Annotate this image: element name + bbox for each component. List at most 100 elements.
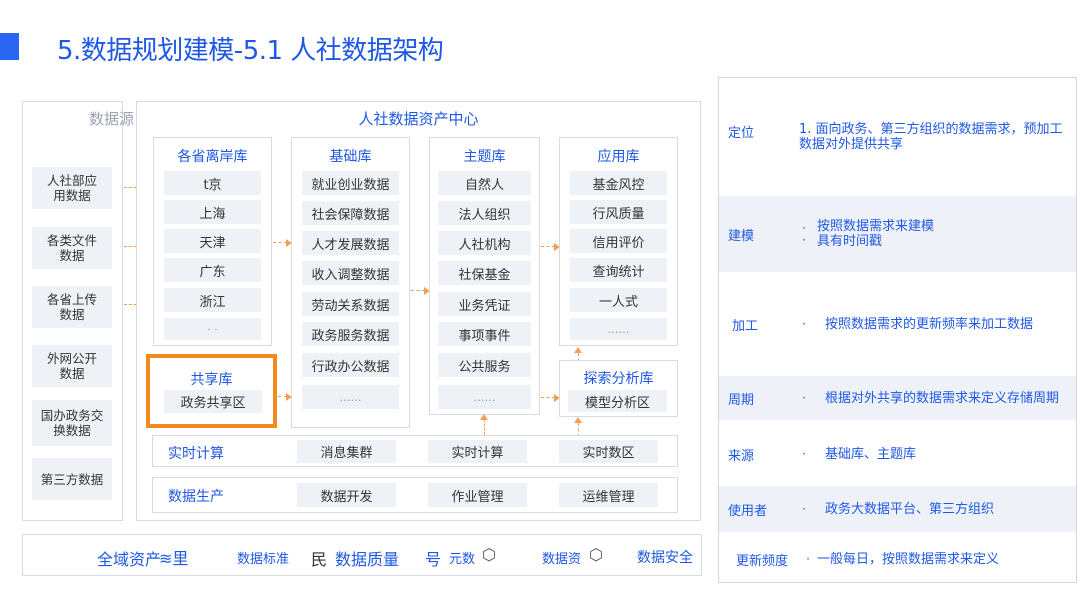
spec-key: 定位 bbox=[728, 126, 755, 141]
arrow-head bbox=[574, 417, 582, 423]
source-item: 各省上传数据 bbox=[32, 286, 112, 328]
strip-item: 号 bbox=[425, 550, 442, 569]
shared-library-spec-panel: 定位 1. 面向政务、第三方组织的数据需求，预加工数据对外提供共享 建模 · ·… bbox=[718, 77, 1077, 583]
data-source-title: 数据源 bbox=[89, 110, 135, 128]
source-item: 国办政务交换数据 bbox=[32, 400, 112, 446]
flow-arrow bbox=[541, 397, 555, 398]
spec-value: 基础库、主题库 bbox=[825, 446, 917, 462]
realtime-compute-label: 实时计算 bbox=[168, 446, 224, 462]
strip-item: 数据质量 bbox=[335, 550, 400, 569]
library-item: 法人组织 bbox=[438, 201, 531, 225]
production-item: 作业管理 bbox=[428, 483, 527, 507]
arrow-head bbox=[574, 347, 582, 353]
library-item: 广东 bbox=[164, 258, 261, 282]
spec-value: 1. 面向政务、第三方组织的数据需求，预加工数据对外提供共享 bbox=[799, 122, 1063, 152]
production-item: 数据开发 bbox=[297, 483, 396, 507]
strip-item: 数据安全 bbox=[637, 550, 693, 566]
library-item: 信用评价 bbox=[570, 229, 667, 253]
metadata-cube-icon: ⬡ bbox=[482, 545, 496, 564]
source-item: 第三方数据 bbox=[32, 458, 112, 500]
strip-item: 民 bbox=[311, 550, 328, 569]
realtime-item: 实时计算 bbox=[428, 440, 527, 463]
strip-item: 元数 bbox=[449, 552, 476, 567]
source-item: 各类文件数据 bbox=[32, 227, 112, 269]
library-item: 政务服务数据 bbox=[302, 322, 399, 346]
library-item: 劳动关系数据 bbox=[302, 292, 399, 316]
asset-manage-icon: ≋里 bbox=[159, 549, 189, 568]
flow-arrow bbox=[541, 246, 555, 247]
spec-row-positioning: 定位 1. 面向政务、第三方组织的数据需求，预加工数据对外提供共享 bbox=[719, 86, 1076, 184]
spec-value: 政务大数据平台、第三方组织 bbox=[825, 501, 995, 517]
library-item: 行风质量 bbox=[570, 200, 667, 224]
spec-row-cycle: 周期 · 根据对外共享的数据需求来定义存储周期 bbox=[719, 376, 1076, 420]
network-hex-icon: ⬡ bbox=[589, 545, 603, 564]
arrow-head bbox=[480, 414, 488, 420]
library-item: 基金风控 bbox=[570, 171, 667, 195]
library-item: …… bbox=[570, 318, 667, 340]
spec-key: 周期 bbox=[728, 392, 755, 408]
spec-row-modeling: 建模 · · 按照数据需求来建模 具有时间戳 bbox=[719, 196, 1076, 272]
library-item: 天津 bbox=[164, 229, 261, 253]
library-item: 事项事件 bbox=[438, 322, 531, 346]
spec-key: 更新频度 bbox=[736, 553, 789, 569]
library-item: 社会保障数据 bbox=[302, 201, 399, 225]
strip-item: 数据标准 bbox=[237, 552, 290, 567]
library-item: …… bbox=[438, 385, 531, 409]
spec-row-users: 使用者 · 政务大数据平台、第三方组织 bbox=[719, 486, 1076, 532]
column-header: 主题库 bbox=[463, 149, 506, 165]
spec-key: 建模 bbox=[728, 228, 755, 244]
spec-row-source: 来源 · 基础库、主题库 bbox=[719, 432, 1076, 476]
production-item: 运维管理 bbox=[559, 483, 658, 507]
strip-item: 全域资产 bbox=[97, 550, 162, 569]
library-item: …… bbox=[302, 385, 399, 409]
library-item: 一人式 bbox=[570, 288, 667, 312]
library-item: 上海 bbox=[164, 200, 261, 224]
spec-bullet: · · bbox=[802, 221, 806, 247]
strip-item: 数据资 bbox=[542, 552, 582, 567]
realtime-item: 消息集群 bbox=[297, 440, 396, 463]
library-item: 查询统计 bbox=[570, 258, 667, 282]
column-header: 应用库 bbox=[597, 149, 640, 165]
library-item: 浙江 bbox=[164, 288, 261, 312]
column-header: 基础库 bbox=[329, 149, 372, 165]
spec-key: 来源 bbox=[728, 448, 755, 464]
page-title: 5.数据规划建模-5.1 人社数据架构 bbox=[57, 36, 444, 66]
spec-bullet: · bbox=[802, 502, 806, 516]
spec-bullet: · bbox=[802, 391, 806, 405]
column-header: 各省离岸库 bbox=[177, 149, 248, 165]
spec-bullet: · bbox=[802, 447, 806, 461]
gov-share-zone: 政务共享区 bbox=[164, 390, 262, 413]
spec-key: 使用者 bbox=[728, 503, 768, 519]
library-item: 社保基金 bbox=[438, 261, 531, 285]
flow-arrow bbox=[411, 290, 425, 291]
spec-value: 按照数据需求的更新频率来加工数据 bbox=[825, 316, 1034, 332]
spec-value: 一般每日，按照数据需求来定义 bbox=[817, 551, 1000, 567]
library-item: · · bbox=[164, 318, 261, 340]
library-item: t京 bbox=[164, 171, 261, 195]
spec-row-update-frequency: 更新频度 · 一般每日，按照数据需求来定义 bbox=[719, 540, 1076, 578]
library-item: 收入调整数据 bbox=[302, 261, 399, 285]
source-item: 外网公开数据 bbox=[32, 345, 112, 387]
shared-library-title: 共享库 bbox=[190, 372, 233, 388]
library-item: 行政办公数据 bbox=[302, 353, 399, 377]
spec-bullet: · bbox=[806, 552, 810, 566]
library-item: 就业创业数据 bbox=[302, 171, 399, 195]
flow-arrow bbox=[484, 419, 485, 435]
spec-row-processing: 加工 · 按照数据需求的更新频率来加工数据 bbox=[719, 284, 1076, 364]
library-item: 业务凭证 bbox=[438, 292, 531, 316]
library-item: 自然人 bbox=[438, 171, 531, 195]
spec-value: 按照数据需求来建模 具有时间戳 bbox=[817, 219, 935, 249]
spec-key: 加工 bbox=[732, 318, 759, 334]
spec-value: 根据对外共享的数据需求来定义存储周期 bbox=[825, 390, 1060, 406]
realtime-item: 实时数区 bbox=[559, 440, 658, 463]
data-production-label: 数据生产 bbox=[168, 489, 224, 505]
title-accent-bar bbox=[0, 33, 19, 60]
source-item: 人社部应用数据 bbox=[32, 167, 112, 209]
library-item: 人才发展数据 bbox=[302, 231, 399, 255]
library-item: 人社机构 bbox=[438, 231, 531, 255]
model-analysis-zone: 模型分析区 bbox=[568, 390, 667, 412]
data-asset-center-title: 人社数据资产中心 bbox=[358, 110, 479, 128]
library-item: 公共服务 bbox=[438, 353, 531, 377]
explore-library-title: 探索分析库 bbox=[583, 371, 654, 387]
spec-bullet: · bbox=[802, 317, 806, 331]
